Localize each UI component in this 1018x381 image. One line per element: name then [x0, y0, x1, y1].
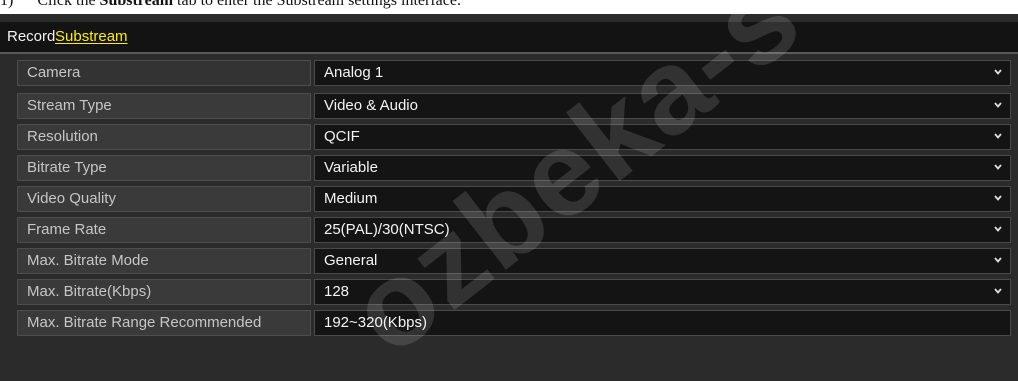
setting-label: Stream Type	[17, 93, 311, 119]
tab-substream[interactable]: Substream	[55, 27, 128, 47]
setting-value: 192~320(Kbps)	[324, 314, 427, 331]
setting-label: Resolution	[17, 124, 311, 150]
chevron-down-icon[interactable]	[993, 100, 1003, 110]
instruction-text: 1) Click the Substream tab to enter the …	[0, 0, 1018, 14]
chevron-down-icon[interactable]	[993, 131, 1003, 141]
camera-select[interactable]: Analog 1	[314, 60, 1011, 86]
settings-list: Camera Analog 1 Stream Type Video & Audi…	[17, 60, 1011, 341]
setting-row-stream-type: Stream Type Video & Audio	[17, 93, 1011, 119]
bitrate-range-value: 192~320(Kbps)	[314, 310, 1011, 336]
setting-row-camera: Camera Analog 1	[17, 60, 1011, 86]
tab-record[interactable]: Record	[7, 27, 55, 47]
chevron-down-icon[interactable]	[993, 162, 1003, 172]
setting-label: Max. Bitrate(Kbps)	[17, 279, 311, 305]
setting-value: Video & Audio	[324, 97, 418, 114]
setting-value: Variable	[324, 159, 378, 176]
video-quality-select[interactable]: Medium	[314, 186, 1011, 212]
setting-value: 128	[324, 283, 350, 300]
setting-value: Analog 1	[324, 64, 384, 81]
frame-rate-select[interactable]: 25(PAL)/30(NTSC)	[314, 217, 1011, 243]
stream-type-select[interactable]: Video & Audio	[314, 93, 1011, 119]
setting-row-video-quality: Video Quality Medium	[17, 186, 1011, 212]
tab-bar: Record Substream	[0, 22, 1018, 52]
setting-row-frame-rate: Frame Rate 25(PAL)/30(NTSC)	[17, 217, 1011, 243]
setting-value: General	[324, 252, 378, 269]
bitrate-type-select[interactable]: Variable	[314, 155, 1011, 181]
setting-label: Camera	[17, 60, 311, 86]
chevron-down-icon[interactable]	[993, 67, 1003, 77]
setting-row-resolution: Resolution QCIF	[17, 124, 1011, 150]
step-number: 1)	[0, 0, 14, 9]
instruction-bold: Substream	[99, 0, 174, 9]
setting-label: Video Quality	[17, 186, 311, 212]
setting-row-max-bitrate: Max. Bitrate(Kbps) 128	[17, 279, 1011, 305]
chevron-down-icon[interactable]	[993, 255, 1003, 265]
setting-label: Max. Bitrate Mode	[17, 248, 311, 274]
tab-separator	[0, 52, 1018, 54]
chevron-down-icon[interactable]	[993, 286, 1003, 296]
resolution-select[interactable]: QCIF	[314, 124, 1011, 150]
setting-row-bitrate-type: Bitrate Type Variable	[17, 155, 1011, 181]
setting-label: Bitrate Type	[17, 155, 311, 181]
instruction-prefix: Click the	[37, 0, 96, 9]
setting-row-bitrate-range: Max. Bitrate Range Recommended 192~320(K…	[17, 310, 1011, 336]
instruction-suffix: tab to enter the Substream settings inte…	[177, 0, 461, 9]
chevron-down-icon[interactable]	[993, 193, 1003, 203]
setting-label: Frame Rate	[17, 217, 311, 243]
setting-value: QCIF	[324, 128, 360, 145]
chevron-down-icon[interactable]	[993, 224, 1003, 234]
setting-value: 25(PAL)/30(NTSC)	[324, 221, 450, 238]
max-bitrate-select[interactable]: 128	[314, 279, 1011, 305]
setting-row-max-bitrate-mode: Max. Bitrate Mode General	[17, 248, 1011, 274]
max-bitrate-mode-select[interactable]: General	[314, 248, 1011, 274]
setting-value: Medium	[324, 190, 378, 207]
setting-label: Max. Bitrate Range Recommended	[17, 310, 311, 336]
